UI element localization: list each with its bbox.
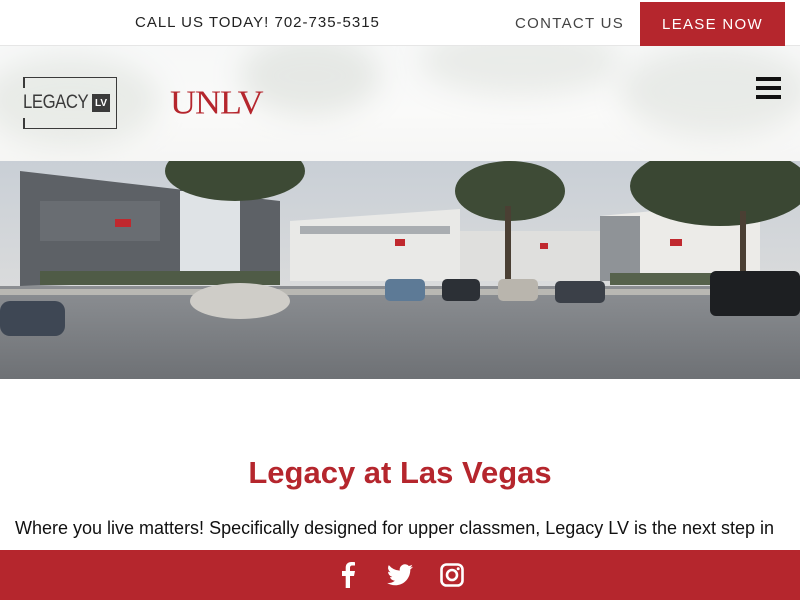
social-bar [0, 550, 800, 600]
facebook-icon[interactable] [335, 562, 361, 588]
apartment-photo [0, 161, 800, 379]
intro-paragraph: Where you live matters! Specifically des… [15, 518, 775, 538]
instagram-icon[interactable] [439, 562, 465, 588]
legacy-lv-logo[interactable]: LEGACY LV [23, 77, 117, 129]
call-us-phone[interactable]: CALL US TODAY! 702-735-5315 [135, 14, 380, 31]
site-header: LEGACY LV UNLV [0, 46, 800, 161]
contact-us-link[interactable]: CONTACT US [515, 15, 624, 32]
legacy-logo-text: LEGACY [23, 92, 89, 113]
unlv-logo[interactable]: UNLV [170, 82, 264, 122]
page-title: Legacy at Las Vegas [248, 455, 552, 490]
hero-image [0, 161, 800, 379]
lease-now-button[interactable]: LEASE NOW [640, 2, 785, 46]
lv-logo-badge: LV [92, 94, 110, 112]
twitter-icon[interactable] [387, 562, 413, 588]
top-bar: CALL US TODAY! 702-735-5315 CONTACT US L… [0, 0, 800, 46]
hamburger-menu-icon[interactable] [756, 77, 781, 99]
